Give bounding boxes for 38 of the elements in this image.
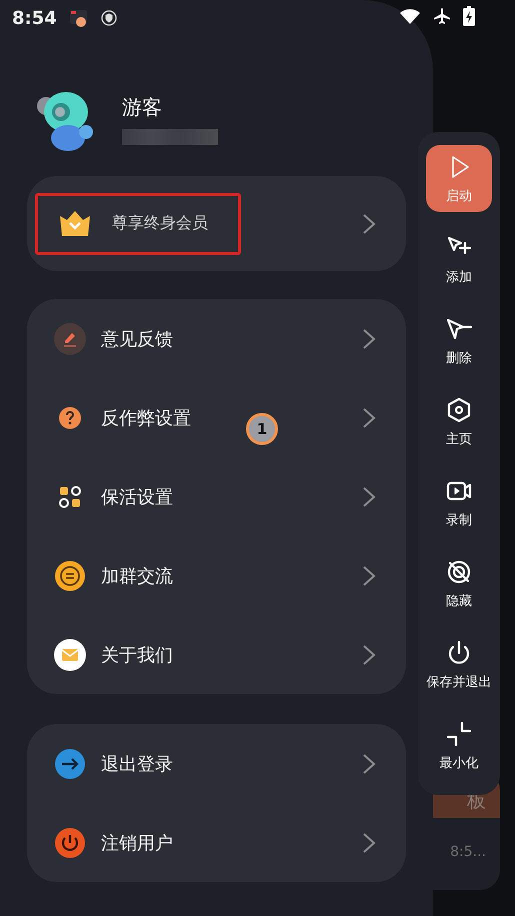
shield-icon — [100, 10, 117, 26]
feedback-icon — [53, 322, 87, 356]
toolbar-button[interactable]: 最小化 — [426, 712, 492, 779]
user-name: 游客 — [122, 94, 163, 120]
chevron-icon — [362, 752, 376, 774]
minimize-icon — [445, 720, 473, 748]
toolbar-button[interactable]: 保存并退出 — [426, 631, 492, 698]
touch-app-icon — [68, 8, 89, 28]
menu-item[interactable]: 加群交流 — [53, 558, 173, 592]
card-time: 8:5... — [450, 844, 486, 860]
chevron-icon — [362, 328, 376, 350]
wifi-icon — [399, 8, 421, 24]
chevron-icon — [362, 832, 376, 854]
chat-icon — [53, 558, 87, 592]
menu-item[interactable]: 反作弊设置 — [53, 400, 191, 434]
chevron-icon — [362, 486, 376, 508]
menu-item[interactable]: 退出登录 — [53, 746, 173, 780]
airplane-icon — [433, 7, 451, 25]
toolbar-button[interactable]: 隐藏 — [426, 550, 492, 617]
battery-icon — [463, 6, 475, 26]
menu-item[interactable]: 关于我们 — [53, 638, 173, 672]
membership-item[interactable]: 尊享终身会员 — [35, 192, 241, 254]
chevron-icon — [362, 212, 376, 234]
toolbar-button[interactable]: 删除 — [426, 307, 492, 374]
menu-item[interactable]: 注销用户 — [53, 826, 173, 860]
crown-icon — [58, 210, 92, 238]
power-icon — [53, 826, 87, 860]
chevron-icon — [362, 564, 376, 586]
hexagon-icon — [445, 396, 473, 424]
toolbar-button[interactable]: 主页 — [426, 388, 492, 455]
status-time: 8:54 — [12, 8, 57, 28]
chevron-icon — [362, 406, 376, 428]
toolbar-button[interactable]: 添加 — [426, 226, 492, 293]
menu-item[interactable]: 意见反馈 — [53, 322, 173, 356]
toolbar-button[interactable]: 录制 — [426, 469, 492, 536]
chevron-icon — [362, 644, 376, 666]
menu-item[interactable]: 保活设置 — [53, 480, 173, 514]
mail-icon — [53, 638, 87, 672]
